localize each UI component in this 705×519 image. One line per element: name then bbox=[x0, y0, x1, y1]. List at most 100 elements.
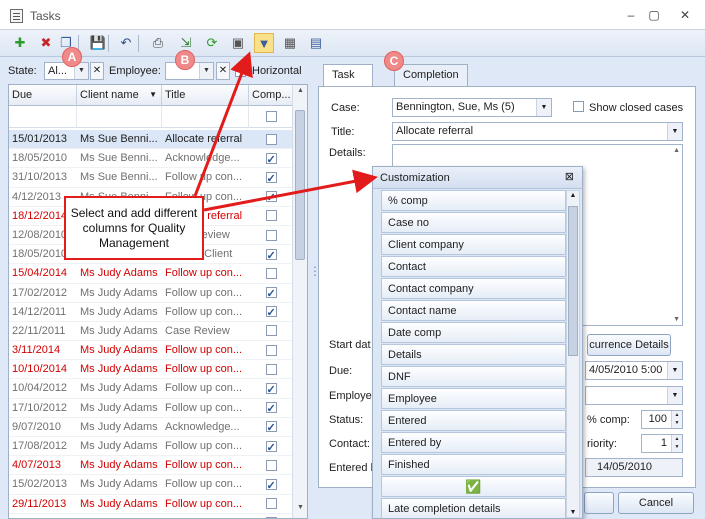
completed-checkbox[interactable] bbox=[265, 344, 277, 356]
table-row[interactable]: 17/08/2012 Ms Judy Adams Follow up con... bbox=[9, 437, 293, 457]
filter-cell-completed[interactable] bbox=[249, 106, 293, 128]
completed-checkbox[interactable] bbox=[265, 400, 277, 418]
print-icon[interactable]: ⎙ bbox=[148, 33, 168, 53]
table-row[interactable]: 20/02/2012Ms Judy AdamsFollow up con... bbox=[9, 514, 293, 518]
column-header-due[interactable]: Due bbox=[9, 85, 77, 106]
column-option[interactable]: Finished bbox=[381, 454, 566, 475]
employee-combo[interactable]: ▼ bbox=[585, 386, 683, 405]
table-row[interactable]: 18/05/2010 Ms Sue Benni... Acknowledge... bbox=[9, 149, 293, 169]
completed-checkbox[interactable] bbox=[265, 363, 277, 375]
spinner-icon[interactable]: ▲ ▼ bbox=[671, 435, 682, 452]
filter-checkbox[interactable] bbox=[265, 110, 277, 122]
spinner-icon[interactable]: ▲ ▼ bbox=[671, 411, 682, 428]
minimize-button[interactable]: – bbox=[622, 7, 640, 23]
delete-icon[interactable]: ✖ bbox=[36, 33, 56, 53]
completed-checkbox[interactable] bbox=[265, 304, 277, 322]
completed-checkbox[interactable] bbox=[265, 151, 277, 168]
grid-layout-icon[interactable]: ▦ bbox=[280, 33, 300, 53]
table-row[interactable]: 17/02/2012 Ms Judy Adams Follow up con... bbox=[9, 284, 293, 303]
tab-task-details[interactable]: Task details bbox=[323, 64, 373, 101]
splitter-handle[interactable] bbox=[308, 84, 321, 519]
scroll-down-icon[interactable]: ▼ bbox=[673, 316, 680, 323]
scroll-up-icon[interactable]: ▲ bbox=[673, 147, 680, 154]
scroll-thumb[interactable] bbox=[295, 110, 305, 260]
completed-checkbox[interactable] bbox=[265, 498, 277, 510]
close-icon[interactable]: ⊠ bbox=[565, 170, 574, 183]
clear-state-button[interactable]: ✕ bbox=[90, 62, 104, 80]
column-option[interactable]: Contact bbox=[381, 256, 566, 277]
table-row[interactable]: 14/12/2011 Ms Judy Adams Follow up con... bbox=[9, 303, 293, 322]
table-row[interactable]: 15/02/2013 Ms Judy Adams Follow up con... bbox=[9, 475, 293, 495]
customization-scrollbar[interactable]: ▲ ▼ bbox=[566, 190, 580, 518]
undo-icon[interactable]: ↶ bbox=[116, 33, 136, 53]
add-icon[interactable]: ✚ bbox=[10, 33, 30, 53]
table-row[interactable]: 15/01/2013 Ms Sue Benni... Allocate referr… bbox=[9, 130, 293, 150]
completed-checkbox[interactable] bbox=[265, 189, 277, 207]
column-option[interactable]: Contact company bbox=[381, 278, 566, 299]
column-option[interactable]: Contact name bbox=[381, 300, 566, 321]
save-icon[interactable]: 💾 bbox=[88, 33, 108, 53]
chevron-down-icon[interactable]: ▼ bbox=[199, 63, 213, 79]
filter-icon[interactable]: ▼ bbox=[254, 33, 274, 53]
grid-scrollbar[interactable]: ▲ ▼ bbox=[292, 85, 307, 518]
chevron-down-icon[interactable]: ▼ bbox=[667, 387, 682, 404]
clear-employee-button[interactable]: ✕ bbox=[216, 62, 230, 80]
refresh-icon[interactable]: ⟳ bbox=[202, 33, 222, 53]
column-option[interactable]: Client company bbox=[381, 234, 566, 255]
horizontal-checkbox[interactable] bbox=[235, 66, 246, 77]
completed-checkbox[interactable] bbox=[265, 133, 277, 145]
close-button[interactable]: ✕ bbox=[676, 7, 694, 23]
completed-checkbox[interactable] bbox=[265, 459, 277, 471]
filter-cell-client[interactable] bbox=[77, 106, 162, 128]
percent-complete-field[interactable]: 100 ▲ ▼ bbox=[641, 410, 683, 429]
column-option[interactable]: Employee bbox=[381, 388, 566, 409]
split-layout-icon[interactable]: ▤ bbox=[306, 33, 326, 53]
table-row[interactable]: 15/04/2014 Ms Judy Adams Follow up con... bbox=[9, 264, 293, 284]
column-option[interactable]: Entered bbox=[381, 410, 566, 431]
column-option[interactable]: Case no bbox=[381, 212, 566, 233]
chevron-down-icon[interactable]: ▼ bbox=[536, 99, 551, 116]
tab-completion[interactable]: Completion bbox=[394, 64, 468, 86]
scroll-down-icon[interactable]: ▼ bbox=[567, 509, 579, 516]
table-row[interactable]: 3/11/2014 Ms Judy Adams Follow up con... bbox=[9, 341, 293, 361]
table-row[interactable]: 10/10/2014 Ms Judy Adams Follow up con... bbox=[9, 360, 293, 380]
title-combo[interactable]: Allocate referral ▼ bbox=[392, 122, 683, 141]
column-chooser-icon[interactable]: ▣ bbox=[228, 33, 248, 53]
chevron-down-icon[interactable]: ▼ bbox=[667, 362, 682, 379]
table-row[interactable]: 4/07/2013 Ms Judy Adams Follow up con... bbox=[9, 456, 293, 476]
column-header-title[interactable]: Title bbox=[162, 85, 249, 106]
due-date-field[interactable]: 4/05/2010 5:00 ▼ bbox=[585, 361, 683, 380]
table-row[interactable]: 10/04/2012 Ms Judy Adams Follow up con... bbox=[9, 379, 293, 399]
scroll-down-icon[interactable]: ▼ bbox=[293, 504, 307, 516]
column-header-completed[interactable]: Comp... bbox=[249, 85, 293, 106]
column-option[interactable]: % comp bbox=[381, 190, 566, 211]
completed-checkbox[interactable] bbox=[265, 229, 277, 241]
completed-checkbox[interactable] bbox=[265, 247, 277, 264]
table-row[interactable]: 9/07/2010 Ms Judy Adams Acknowledge... bbox=[9, 418, 293, 437]
completed-checkbox[interactable] bbox=[265, 381, 277, 398]
completed-checkbox[interactable] bbox=[265, 419, 277, 437]
column-option[interactable]: Date comp bbox=[381, 322, 566, 343]
column-header-client[interactable]: Client name ▼ bbox=[77, 85, 162, 106]
table-row[interactable]: 22/11/2011 Ms Judy Adams Case Review bbox=[9, 322, 293, 342]
table-row[interactable]: 29/11/2013 Ms Judy Adams Follow up con... bbox=[9, 495, 293, 514]
column-option[interactable]: DNF bbox=[381, 366, 566, 387]
scroll-up-icon[interactable]: ▲ bbox=[567, 192, 579, 199]
filter-cell-due[interactable] bbox=[9, 106, 77, 128]
chevron-down-icon[interactable]: ▼ bbox=[667, 123, 682, 140]
table-row[interactable]: 17/10/2012 Ms Judy Adams Follow up con... bbox=[9, 399, 293, 418]
completed-checkbox[interactable] bbox=[265, 170, 277, 187]
priority-field[interactable]: 1 ▲ ▼ bbox=[641, 434, 683, 453]
recurrence-details-button[interactable]: currence Details bbox=[587, 334, 671, 356]
maximize-button[interactable]: ▢ bbox=[645, 7, 663, 23]
filter-cell-title[interactable] bbox=[162, 106, 249, 128]
completed-checkbox[interactable] bbox=[265, 267, 277, 279]
completed-checkbox[interactable] bbox=[265, 477, 277, 494]
completed-checkbox[interactable] bbox=[265, 439, 277, 456]
completed-checkbox[interactable] bbox=[265, 210, 277, 222]
column-option[interactable]: Entered by bbox=[381, 432, 566, 453]
table-row[interactable]: 31/10/2013 Ms Sue Benni... Follow up con..… bbox=[9, 168, 293, 188]
completed-checkbox[interactable] bbox=[265, 325, 277, 337]
column-option[interactable]: Late completion details bbox=[381, 498, 566, 518]
checklist-icon[interactable]: ✅ bbox=[381, 476, 566, 497]
